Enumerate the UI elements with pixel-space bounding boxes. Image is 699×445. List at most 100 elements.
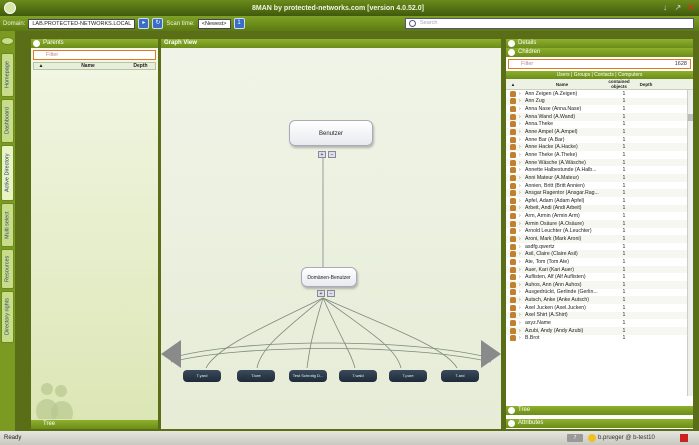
tab-directory-rights[interactable]: Directory rights: [1, 291, 14, 343]
object-type-filter[interactable]: Users | Groups | Contacts | Computers: [506, 71, 693, 79]
leaf-node[interactable]: T.kee: [237, 370, 275, 382]
mid-node-expand-icon[interactable]: +: [317, 290, 325, 297]
list-item[interactable]: › Ann Zeigen (A.Zeigen) 1: [506, 90, 693, 98]
column-name[interactable]: Name: [48, 63, 128, 69]
list-item[interactable]: › Ate, Tom (Tom Ate) 1: [506, 258, 693, 266]
list-item[interactable]: › Anne Hacke (A.Hacke) 1: [506, 143, 693, 152]
tab-dashboard[interactable]: Dashboard: [1, 99, 14, 143]
list-item[interactable]: › Annien, Britt (Britt Annien) 1: [506, 182, 693, 190]
list-item[interactable]: › Apfel, Adam (Adam Apfel) 1: [506, 197, 693, 205]
row-name: Auer, Kari (Kari Auer): [525, 266, 575, 273]
list-item[interactable]: › Arm, Armin (Armin Arm) 1: [506, 212, 693, 220]
minimize-icon[interactable]: ↓: [660, 3, 670, 13]
parents-filter-input[interactable]: Filter: [33, 50, 156, 60]
list-item[interactable]: › Anne Bar (A.Bar) 1: [506, 136, 693, 144]
details-panel: Details Children Filter 1628 Users | Gro…: [506, 39, 693, 429]
mid-node-collapse-icon[interactable]: −: [327, 290, 335, 297]
row-name: Anni Mateur (A.Mateur): [525, 174, 579, 181]
list-item[interactable]: › Auer, Kari (Kari Auer) 1: [506, 265, 693, 274]
children-header[interactable]: Children: [506, 48, 693, 57]
list-item[interactable]: › asdfg.qwertz 1: [506, 243, 693, 251]
children-title: Children: [518, 49, 541, 55]
list-item[interactable]: › Ann Zug 1: [506, 97, 693, 106]
leaf-node[interactable]: T.pure: [389, 370, 427, 382]
row-contained: 1: [622, 159, 626, 166]
list-item[interactable]: › Anna Wand (A.Wand) 1: [506, 112, 693, 121]
row-name: asdfg.qwertz: [525, 243, 555, 250]
close-icon[interactable]: ✕: [686, 3, 696, 13]
warning-icon[interactable]: [588, 434, 596, 442]
refresh-icon[interactable]: ↻: [152, 18, 164, 29]
children-col-depth[interactable]: Depth: [634, 82, 658, 87]
row-name: Anna Wand (A.Wand): [525, 113, 576, 120]
leaf-node[interactable]: Test Schrotig D...: [289, 370, 327, 382]
tree-header[interactable]: Tree: [506, 406, 693, 415]
list-item[interactable]: › Ansgar Ragentor (Ansgar.Rag... 1: [506, 189, 693, 197]
expand-icon[interactable]: [1, 37, 14, 45]
scrollbar-thumb[interactable]: [688, 114, 693, 121]
scan-time-number[interactable]: 1: [233, 18, 245, 29]
sort-icon[interactable]: ▲: [34, 63, 48, 69]
list-item[interactable]: › Anna Nase (Anna.Nase) 1: [506, 105, 693, 113]
list-item[interactable]: › Anna.Theke 1: [506, 121, 693, 129]
list-item[interactable]: › Arnold Leuchter (A.Leuchter) 1: [506, 228, 693, 236]
list-item[interactable]: › Auflisten, Alf (Alf Auflisten) 1: [506, 273, 693, 281]
list-item[interactable]: › Anne Theke (A.Theke) 1: [506, 151, 693, 159]
children-filter-input[interactable]: Filter 1628: [508, 59, 691, 69]
leaf-node[interactable]: T.ard: [441, 370, 479, 382]
tab-resources[interactable]: Resources: [1, 249, 14, 289]
tab-multi-select[interactable]: Multi select: [1, 203, 14, 247]
list-item[interactable]: › Anni Mateur (A.Mateur) 1: [506, 174, 693, 182]
notification-badge[interactable]: 7: [567, 434, 583, 442]
list-item[interactable]: › Anne Wäsche (A.Wäsche) 1: [506, 158, 693, 167]
list-item[interactable]: › Auhos, Ann (Ann Auhos) 1: [506, 281, 693, 289]
attributes-collapse-icon[interactable]: [508, 420, 515, 427]
tab-homepage[interactable]: Homepage: [1, 53, 14, 97]
parents-tree-footer[interactable]: Tree: [31, 420, 158, 429]
details-header[interactable]: Details: [506, 39, 693, 48]
list-item[interactable]: › Autsch, Anke (Anke Autsch) 1: [506, 296, 693, 304]
children-collapse-icon[interactable]: [508, 49, 515, 56]
list-item[interactable]: › Annette Halbestunde (A.Halb... 1: [506, 166, 693, 174]
parents-header[interactable]: Parents: [31, 39, 158, 48]
column-depth[interactable]: Depth: [128, 63, 153, 69]
node-domaenen-benutzer[interactable]: Domänen-Benutzer: [301, 267, 357, 287]
list-item[interactable]: › Arbeit, Andi (Andi Arbeit) 1: [506, 204, 693, 213]
domain-go-icon[interactable]: ▸: [138, 18, 150, 29]
children-col-contained[interactable]: contained objects: [604, 79, 634, 89]
node-expand-icon[interactable]: +: [318, 151, 326, 158]
list-item[interactable]: › axyz.Name 1: [506, 319, 693, 327]
domain-select[interactable]: LAB.PROTECTED-NETWORKS.LOCAL: [28, 18, 136, 29]
children-col-name[interactable]: Name: [520, 82, 604, 87]
children-scrollbar[interactable]: [687, 90, 693, 396]
help-book-icon[interactable]: [680, 434, 688, 442]
row-contained: 1: [622, 304, 626, 311]
node-benutzer[interactable]: Benutzer: [289, 120, 373, 146]
user-icon: [510, 289, 516, 296]
tree-collapse-icon[interactable]: [508, 407, 515, 414]
node-collapse-icon[interactable]: −: [328, 151, 336, 158]
details-collapse-icon[interactable]: [508, 40, 515, 47]
list-item[interactable]: › Anne Ampel (A.Ampel) 1: [506, 128, 693, 136]
list-item[interactable]: › Aroni, Mark (Mark Aroni) 1: [506, 235, 693, 243]
search-input[interactable]: Search: [405, 18, 694, 29]
restore-icon[interactable]: ↗: [673, 3, 683, 13]
leaf-node[interactable]: T.wald: [339, 370, 377, 382]
graph-view: Graph View Benutzer + − Domänen-Benutzer: [161, 39, 501, 429]
tab-active-directory[interactable]: Active Directory: [1, 145, 14, 201]
attributes-header[interactable]: Attributes: [506, 419, 693, 428]
list-item[interactable]: › Axel Jucken (Axel.Jucken) 1: [506, 304, 693, 312]
list-item[interactable]: › B.Brot 1: [506, 335, 693, 343]
user-icon: [510, 297, 516, 304]
list-item[interactable]: › Asil, Claire (Claire Asil) 1: [506, 250, 693, 259]
list-item[interactable]: › Ausgedrückt, Gerlinde (Gerlin... 1: [506, 289, 693, 297]
user-icon: [510, 167, 516, 174]
list-item[interactable]: › Axel Shirt (A.Shirt) 1: [506, 311, 693, 320]
children-sort-icon[interactable]: ▲: [506, 82, 520, 87]
graph-canvas[interactable]: Benutzer + − Domänen-Benutzer + − T.yard…: [161, 48, 501, 429]
collapse-icon[interactable]: [33, 40, 40, 47]
scan-time-select[interactable]: <Newest>: [197, 18, 231, 29]
list-item[interactable]: › Armin Osäure (A.Osäure) 1: [506, 219, 693, 228]
list-item[interactable]: › Azubi, Andy (Andy Azubi) 1: [506, 326, 693, 335]
leaf-node[interactable]: T.yard: [183, 370, 221, 382]
